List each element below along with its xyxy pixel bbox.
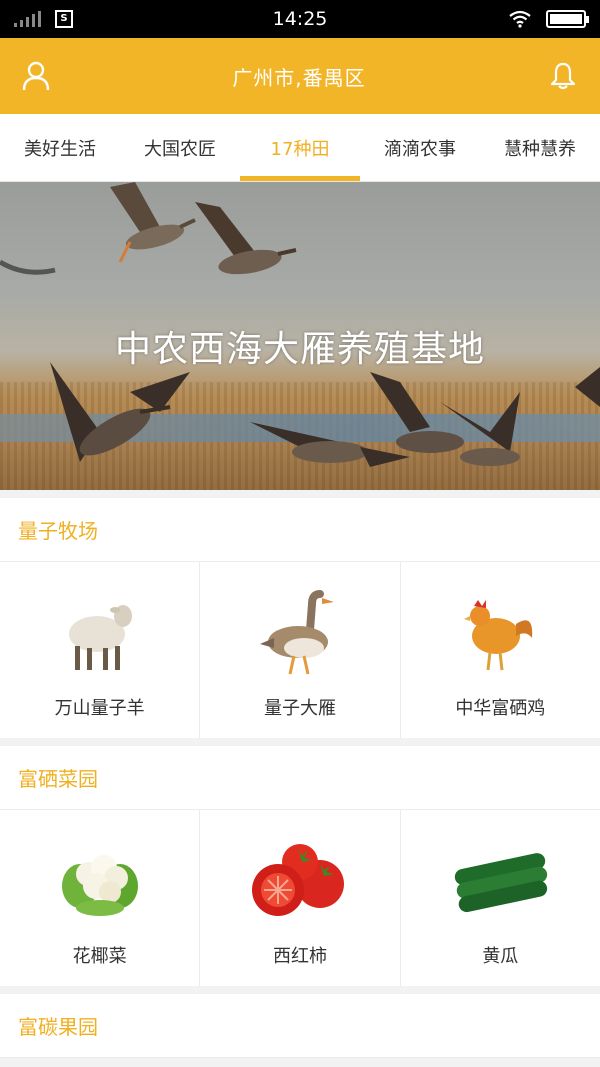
- section-carbon-orchard: 富碳果园: [0, 994, 600, 1058]
- product-label: 西红柿: [272, 946, 327, 967]
- product-item[interactable]: 万山量子羊: [0, 562, 201, 738]
- product-grid: 花椰菜 西红柿 黄瓜: [0, 810, 600, 986]
- product-item[interactable]: 量子大雁: [200, 562, 401, 738]
- cucumber-image: [450, 834, 550, 930]
- product-item[interactable]: 花椰菜: [0, 810, 201, 986]
- wifi-icon: [509, 10, 531, 28]
- app-header: 广州市,番禺区: [0, 38, 600, 114]
- location-title[interactable]: 广州市,番禺区: [232, 62, 365, 91]
- tab-huizhong-huiyang[interactable]: 慧种慧养: [480, 114, 600, 181]
- product-label: 黄瓜: [482, 946, 519, 967]
- banner-caption: 中农西海大雁养殖基地: [114, 329, 485, 370]
- product-label: 量子大雁: [263, 698, 336, 719]
- category-tabs: 美好生活 大国农匠 17种田 滴滴农事 慧种慧养: [0, 114, 600, 182]
- product-label: 花椰菜: [72, 946, 127, 967]
- signal-icon: [14, 11, 41, 27]
- section-quantum-ranch: 量子牧场 万山量子羊 量子大雁 中华富硒鸡: [0, 498, 600, 738]
- goose-image: [259, 586, 340, 682]
- tab-daguo-nongjiang[interactable]: 大国农匠: [120, 114, 240, 181]
- user-icon[interactable]: [22, 61, 50, 91]
- section-selenium-garden: 富硒菜园 花椰菜 西红柿 黄瓜: [0, 746, 600, 986]
- battery-icon: [546, 10, 589, 28]
- cauliflower-image: [60, 834, 140, 930]
- section-title[interactable]: 富碳果园: [0, 994, 600, 1058]
- section-title[interactable]: 量子牧场: [0, 498, 600, 562]
- goose-illustration: [370, 372, 520, 466]
- goose-illustration: [195, 202, 297, 275]
- product-item[interactable]: 中华富硒鸡: [401, 562, 600, 738]
- banner[interactable]: 中农西海大雁养殖基地: [0, 182, 600, 490]
- goose-illustration: [0, 259, 56, 275]
- tab-17-zhongtian[interactable]: 17种田: [240, 114, 360, 181]
- status-right: [508, 10, 589, 28]
- goose-illustration: [575, 367, 600, 407]
- goose-illustration: [110, 182, 196, 263]
- section-title[interactable]: 富硒菜园: [0, 746, 600, 810]
- sheep-image: [63, 586, 137, 682]
- tomato-image: [250, 834, 350, 930]
- status-left: S: [14, 10, 73, 28]
- product-label: 万山量子羊: [54, 698, 145, 719]
- product-label: 中华富硒鸡: [455, 698, 546, 719]
- product-item[interactable]: 黄瓜: [401, 810, 600, 986]
- status-bar: S 14:25: [0, 0, 600, 38]
- tab-didi-nongshi[interactable]: 滴滴农事: [360, 114, 480, 181]
- tab-meihao-shenghuo[interactable]: 美好生活: [0, 114, 120, 181]
- product-grid: 万山量子羊 量子大雁 中华富硒鸡: [0, 562, 600, 738]
- product-item[interactable]: 西红柿: [200, 810, 401, 986]
- sim-icon: S: [55, 10, 73, 28]
- chicken-image: [460, 586, 540, 682]
- bell-icon[interactable]: [548, 61, 578, 91]
